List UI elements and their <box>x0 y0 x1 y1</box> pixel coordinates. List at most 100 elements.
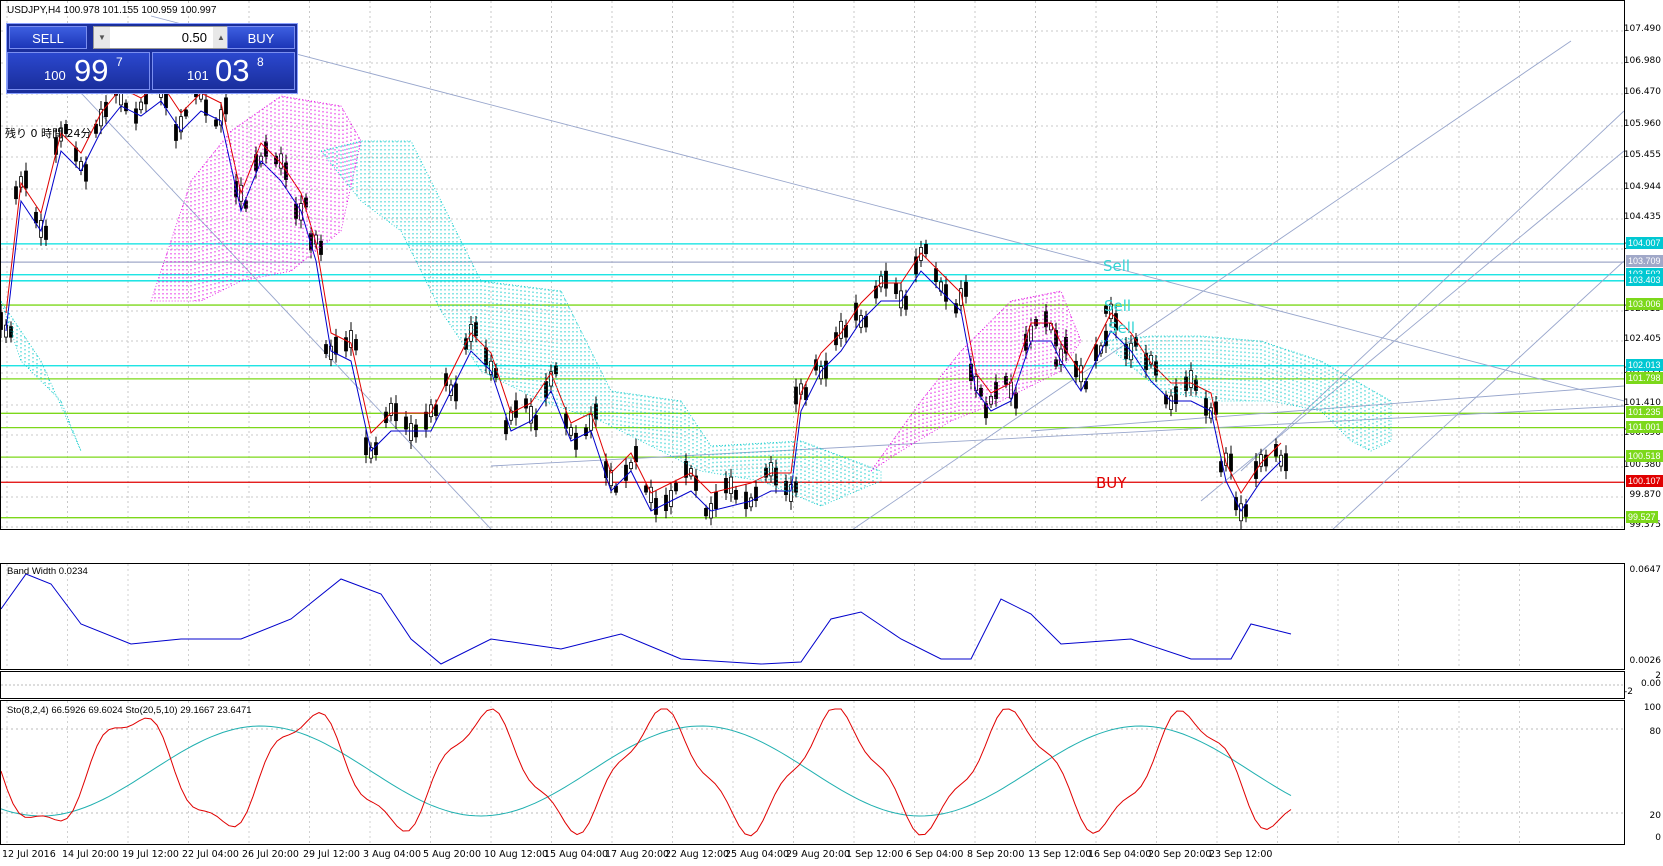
price-level-label: 101.001 <box>1626 420 1663 433</box>
candle-body <box>214 119 218 127</box>
candle-body <box>839 320 843 339</box>
candle-body <box>1169 395 1173 410</box>
candle-body <box>934 268 938 283</box>
price-level-label: 104.007 <box>1626 236 1663 249</box>
time-tick: 23 Sep 12:00 <box>1209 849 1273 860</box>
time-tick: 5 Aug 20:00 <box>423 849 482 860</box>
time-tick: 29 Jul 12:00 <box>303 849 360 860</box>
candle-body <box>654 498 658 515</box>
trend-line <box>852 40 1572 529</box>
buy-price-button[interactable]: 101 03 8 <box>152 52 295 90</box>
candle-body <box>1239 503 1243 522</box>
sell-signal-3: Sell <box>1108 319 1136 337</box>
candle-body <box>1014 392 1018 409</box>
candle-body <box>729 476 733 494</box>
candle-body <box>669 490 673 507</box>
sell-price-button[interactable]: 100 99 7 <box>7 52 150 90</box>
price-level-label: 103.403 <box>1626 273 1663 286</box>
candle-body <box>279 153 283 169</box>
lot-size-input[interactable]: ▼ 0.50 ▲ <box>93 26 230 49</box>
indicator-3-canvas <box>1 684 1624 686</box>
time-tick: 1 Sep 12:00 <box>846 849 904 860</box>
sell-button[interactable]: SELL <box>9 26 87 49</box>
stoch-tick-0: 0 <box>1655 833 1661 843</box>
price-tick: 105.455 <box>1623 150 1661 160</box>
candle-body <box>864 315 868 328</box>
bandwidth-tick-bottom: 0.0026 <box>1629 656 1662 666</box>
price-tick: 106.980 <box>1623 56 1661 66</box>
candle-body <box>124 102 128 112</box>
candle-body <box>134 108 138 124</box>
panel3-tick-bottom: -2 <box>1624 687 1633 697</box>
candle-body <box>74 147 78 162</box>
candle-body <box>884 270 888 289</box>
price-tick: 104.435 <box>1623 212 1661 222</box>
candle-body <box>424 411 428 430</box>
candle-body <box>1229 453 1233 472</box>
stochastic-pane[interactable]: Sto(8,2,4) 66.5926 69.6024 Sto(20,5,10) … <box>0 700 1625 845</box>
sell-price-prefix: 100 <box>44 68 66 83</box>
price-tick: 105.960 <box>1623 119 1661 129</box>
sell-signal-2: Sell <box>1104 297 1132 315</box>
candle-body <box>979 387 983 397</box>
candle-body <box>1274 444 1278 457</box>
candle-body <box>1279 454 1283 467</box>
candle-body <box>184 109 188 117</box>
price-tick: 107.490 <box>1623 24 1661 34</box>
candle-body <box>224 97 228 115</box>
candle-body <box>164 92 168 109</box>
candle-body <box>629 462 633 470</box>
candle-body <box>14 186 18 200</box>
trend-line <box>1240 110 1624 472</box>
candle-body <box>1 312 3 330</box>
candle-body <box>944 284 948 302</box>
time-tick: 22 Jul 04:00 <box>182 849 239 860</box>
kijun-line <box>5 100 1282 512</box>
candle-body <box>1244 504 1248 517</box>
one-click-trading-panel: SELL ▼ 0.50 ▲ BUY 100 99 7 101 03 8 <box>6 23 298 94</box>
sell-price-sup: 7 <box>116 55 123 69</box>
trend-line <box>1030 385 1624 432</box>
trend-line <box>150 15 1624 402</box>
bandwidth-line <box>1 573 1292 665</box>
time-tick: 10 Aug 12:00 <box>484 849 549 860</box>
candle-body <box>1204 397 1208 416</box>
main-chart-pane[interactable]: USDJPY,H4 100.978 101.155 100.959 100.99… <box>0 0 1625 530</box>
price-tick: 106.470 <box>1623 87 1661 97</box>
price-level-label: 103.709 <box>1626 255 1663 268</box>
stochastic-canvas[interactable] <box>1 701 1624 844</box>
buy-button[interactable]: BUY <box>227 26 295 49</box>
candle-body <box>894 282 898 295</box>
bandwidth-tick-top: 0.0647 <box>1629 565 1662 575</box>
price-tick: 102.405 <box>1623 334 1661 344</box>
candle-body <box>504 420 508 435</box>
candle-body <box>734 489 738 500</box>
candle-body <box>704 508 708 517</box>
candle-body <box>1189 370 1193 388</box>
panel3-tick-mid: 0.00 <box>1640 679 1661 689</box>
lot-value[interactable]: 0.50 <box>182 27 207 48</box>
price-level-label: 102.013 <box>1626 358 1663 371</box>
buy-price-sup: 8 <box>257 55 264 69</box>
candle-body <box>674 483 678 492</box>
indicator-pane-3[interactable] <box>0 671 1625 699</box>
candle-body <box>524 398 528 409</box>
bandwidth-pane[interactable]: Band Width 0.0234 <box>0 563 1625 670</box>
indicator-3-axis: 2 0.00 -2 <box>1624 671 1663 699</box>
stoch-tick-20: 20 <box>1649 811 1661 821</box>
candle-body <box>649 486 653 503</box>
stoch-tick-100: 100 <box>1643 703 1661 713</box>
time-tick: 20 Sep 20:00 <box>1148 849 1212 860</box>
candle-body <box>324 344 328 354</box>
candle-body <box>364 437 368 456</box>
bandwidth-canvas[interactable] <box>1 564 1624 669</box>
price-level-label: 100.518 <box>1626 450 1663 463</box>
lot-decrease-icon[interactable]: ▼ <box>94 27 110 48</box>
buy-price-prefix: 101 <box>187 68 209 83</box>
candle-body <box>724 478 728 494</box>
price-tick: 99.870 <box>1629 490 1662 500</box>
stochastic-label: Sto(8,2,4) 66.5926 69.6024 Sto(20,5,10) … <box>7 705 252 716</box>
candle-body <box>964 281 968 297</box>
time-tick: 19 Jul 12:00 <box>122 849 179 860</box>
candle-body <box>924 243 928 255</box>
